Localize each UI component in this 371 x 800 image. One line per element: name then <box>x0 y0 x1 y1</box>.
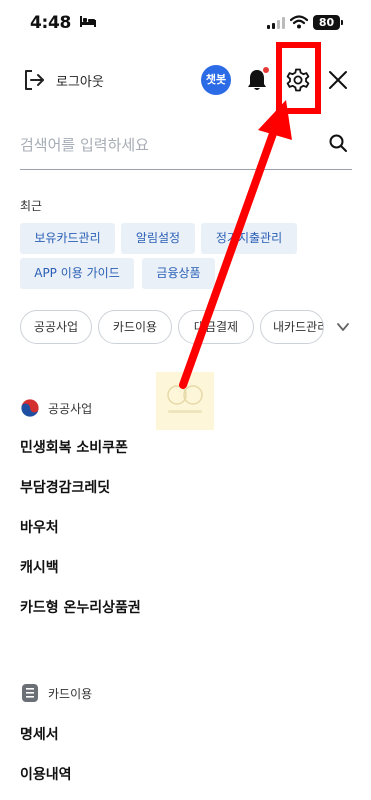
recent-chip-financial-products[interactable]: 금융상품 <box>142 258 215 289</box>
recent-title: 최근 <box>20 199 43 213</box>
notification-dot <box>263 67 269 73</box>
menu-item-burden-relief-credit[interactable]: 부담경감크레딧 <box>20 477 110 497</box>
battery-tip <box>341 20 343 25</box>
menu-item-onnuri-gift-card[interactable]: 카드형 온누리상품권 <box>20 597 141 617</box>
search-input[interactable] <box>20 130 310 160</box>
menu-item-consumption-coupon[interactable]: 민생회복 소비쿠폰 <box>20 437 128 457</box>
recent-chip-notification-settings[interactable]: 알림설정 <box>121 223 195 254</box>
menu-item-cashback[interactable]: 캐시백 <box>20 557 59 577</box>
section-title: 카드이용 <box>48 687 93 701</box>
recent-chip-recurring-expense[interactable]: 정기지출관리 <box>201 223 297 254</box>
gear-icon[interactable] <box>285 67 311 93</box>
wifi-icon <box>290 15 308 29</box>
search-bar <box>20 122 352 170</box>
bed-icon <box>80 16 96 27</box>
category-pill-public-projects[interactable]: 공공사업 <box>20 310 92 344</box>
close-icon[interactable] <box>326 68 350 92</box>
section-title: 공공사업 <box>48 402 93 416</box>
status-time: 4:48 <box>30 13 72 33</box>
chevron-down-icon[interactable] <box>335 319 351 335</box>
search-icon[interactable] <box>328 133 348 153</box>
receipt-icon <box>22 684 38 702</box>
signal-icon <box>267 17 285 29</box>
chatbot-button[interactable]: 챗봇 <box>201 65 231 95</box>
taegeuk-icon <box>20 398 40 418</box>
recent-chip-card-management[interactable]: 보유카드관리 <box>20 223 115 254</box>
section-header-public-projects: 공공사업 <box>20 398 170 422</box>
top-header: 로그아웃 챗봇 <box>0 42 371 114</box>
menu-item-usage-history[interactable]: 이용내역 <box>20 764 72 784</box>
category-pill-payment[interactable]: 대금결제 <box>178 310 254 344</box>
category-pill-card-usage[interactable]: 카드이용 <box>98 310 172 344</box>
logout-button[interactable]: 로그아웃 <box>56 71 104 90</box>
logout-icon[interactable] <box>22 68 46 92</box>
status-bar: 4:48 80 <box>0 0 371 44</box>
menu-item-statement[interactable]: 명세서 <box>20 724 59 744</box>
battery-indicator: 80 <box>313 15 340 30</box>
menu-item-voucher[interactable]: 바우처 <box>20 517 59 537</box>
category-pill-row: 공공사업 카드이용 대금결제 내카드관리 <box>0 310 371 346</box>
section-header-card-usage: 카드이용 <box>20 683 170 707</box>
recent-chip-app-guide[interactable]: APP 이용 가이드 <box>20 258 134 289</box>
category-pill-my-cards[interactable]: 내카드관리 <box>260 310 324 344</box>
